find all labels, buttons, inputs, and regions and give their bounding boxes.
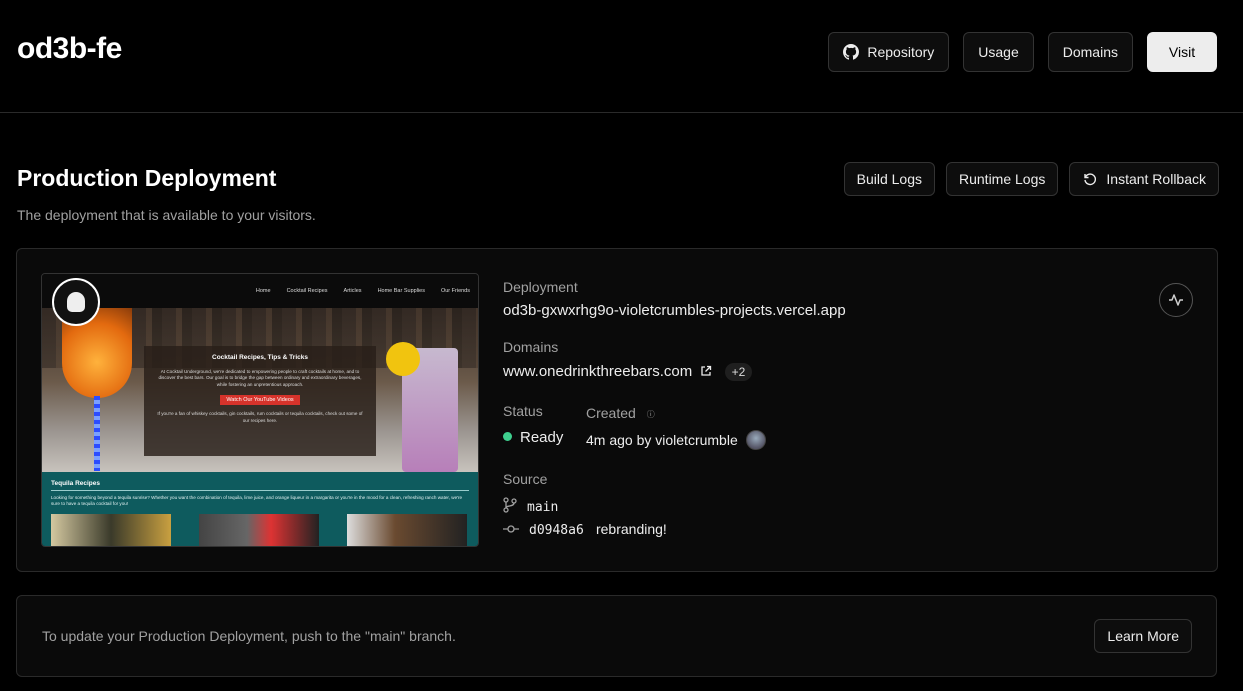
preview-section-title: Tequila Recipes xyxy=(51,480,469,491)
skull-icon xyxy=(67,292,85,312)
git-commit-icon xyxy=(503,525,519,533)
deployment-label: Deployment xyxy=(503,279,578,295)
created-value: 4m ago by violetcrumble xyxy=(586,430,766,450)
preview-thumb xyxy=(51,514,171,546)
domain-link[interactable]: www.onedrinkthreebars.com xyxy=(503,363,692,380)
created-label: Created ⓘ xyxy=(586,405,656,421)
preview-logo xyxy=(52,278,100,326)
repository-button[interactable]: Repository xyxy=(828,32,950,72)
preview-thumbs xyxy=(51,514,467,546)
preview-section-body: Looking for something beyond a tequila s… xyxy=(51,495,463,507)
source-label: Source xyxy=(503,471,548,487)
status-text: Ready xyxy=(520,429,564,446)
footer-text: To update your Production Deployment, pu… xyxy=(42,628,456,644)
preview-hero-panel: Cocktail Recipes, Tips & Tricks At Cockt… xyxy=(144,346,376,456)
glass-stem-image xyxy=(94,396,100,471)
section-title: Production Deployment xyxy=(17,165,277,191)
deployment-card: Home Cocktail Recipes Articles Home Bar … xyxy=(16,248,1218,572)
preview-cta: Watch Our YouTube Videos xyxy=(220,395,300,406)
branch-name[interactable]: main xyxy=(527,500,558,515)
preview-hero-title: Cocktail Recipes, Tips & Tricks xyxy=(212,354,308,361)
deployment-url-link[interactable]: od3b-gxwxrhg9o-violetcrumbles-projects.v… xyxy=(503,302,846,319)
top-bar: od3b-fe Repository Usage Domains Visit xyxy=(0,0,1243,113)
github-icon xyxy=(843,44,860,60)
activity-button[interactable] xyxy=(1159,283,1193,317)
project-title: od3b-fe xyxy=(17,32,122,65)
domains-label: Domains xyxy=(503,339,559,355)
created-label-text: Created xyxy=(586,405,636,421)
preview-nav-links: Home Cocktail Recipes Articles Home Bar … xyxy=(256,288,470,294)
domains-more-badge[interactable]: +2 xyxy=(724,363,753,381)
external-link-icon[interactable] xyxy=(700,365,712,377)
domain-row: www.onedrinkthreebars.com +2 xyxy=(503,363,753,381)
section-subtitle: The deployment that is available to your… xyxy=(17,207,316,223)
preview-tequila-section: Tequila Recipes Looking for something be… xyxy=(42,472,478,546)
created-text: 4m ago by violetcrumble xyxy=(586,432,738,448)
avatar[interactable] xyxy=(745,430,766,450)
instant-rollback-button[interactable]: Instant Rollback xyxy=(1069,162,1219,196)
rollback-icon xyxy=(1084,173,1097,186)
preview-thumb xyxy=(199,514,319,546)
build-logs-button[interactable]: Build Logs xyxy=(843,162,935,196)
preview-nav-link: Cocktail Recipes xyxy=(286,288,328,294)
domains-button[interactable]: Domains xyxy=(1047,32,1133,72)
visit-button[interactable]: Visit xyxy=(1147,32,1217,72)
runtime-logs-button[interactable]: Runtime Logs xyxy=(946,162,1059,196)
footer-card: To update your Production Deployment, pu… xyxy=(16,595,1217,677)
deployment-preview[interactable]: Home Cocktail Recipes Articles Home Bar … xyxy=(41,273,479,547)
top-actions: Repository Usage Domains Visit xyxy=(828,32,1217,72)
preview-nav-link: Articles xyxy=(343,288,362,294)
commit-hash[interactable]: d0948a6 xyxy=(529,523,584,538)
instant-rollback-label: Instant Rollback xyxy=(1106,171,1206,187)
branch-row: main xyxy=(503,497,558,515)
preview-thumb xyxy=(347,514,467,546)
preview-nav-link: Home Bar Supplies xyxy=(377,288,425,294)
lemon-image xyxy=(386,342,420,376)
commit-message: rebranding! xyxy=(595,521,667,537)
commit-row: d0948a6 rebranding! xyxy=(503,521,667,538)
info-icon[interactable]: ⓘ xyxy=(646,409,656,419)
preview-nav: Home Cocktail Recipes Articles Home Bar … xyxy=(42,274,478,308)
repository-label: Repository xyxy=(867,44,935,60)
preview-hero: Cocktail Recipes, Tips & Tricks At Cockt… xyxy=(42,308,478,472)
activity-icon xyxy=(1169,294,1183,306)
preview-nav-link: Home xyxy=(255,288,271,294)
section-actions: Build Logs Runtime Logs Instant Rollback xyxy=(843,162,1219,196)
preview-hero-footer: If you're a fan of whiskey cocktails, gi… xyxy=(157,411,363,423)
status-dot xyxy=(503,432,512,441)
usage-button[interactable]: Usage xyxy=(963,32,1034,72)
status-label: Status xyxy=(503,403,543,419)
preview-hero-body: At Cocktail Underground, we're dedicated… xyxy=(158,369,362,387)
preview-nav-link: Our Friends xyxy=(440,288,470,294)
learn-more-button[interactable]: Learn More xyxy=(1094,619,1192,653)
status-value: Ready xyxy=(503,429,563,446)
git-branch-icon xyxy=(503,497,517,513)
